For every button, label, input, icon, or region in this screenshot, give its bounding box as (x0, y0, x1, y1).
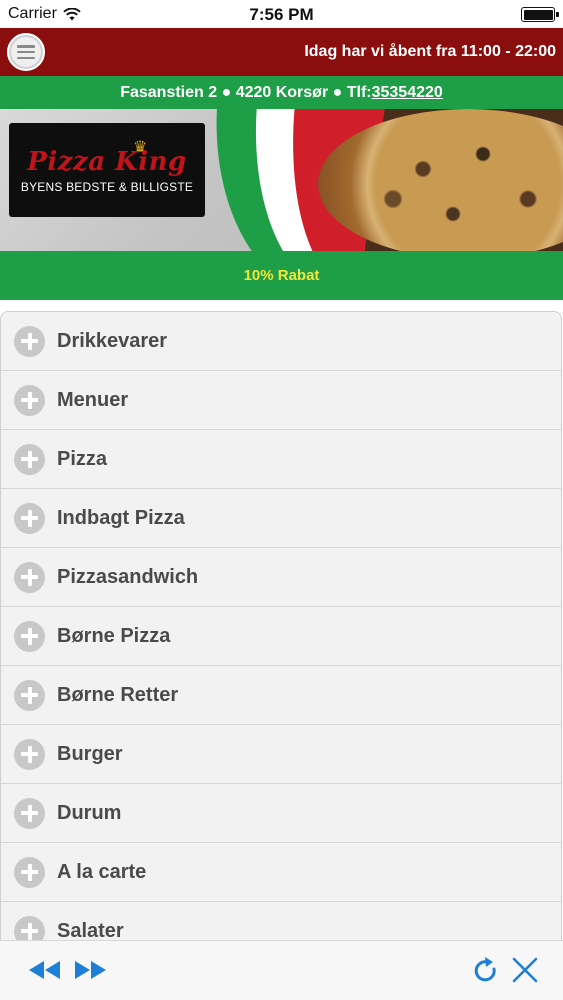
plus-circle-icon (14, 679, 45, 711)
plus-circle-icon (14, 856, 45, 888)
plus-circle-icon (14, 443, 45, 475)
app-header: Idag har vi åbent fra 11:00 - 22:00 (0, 28, 563, 76)
plus-circle-icon (14, 561, 45, 593)
category-item[interactable]: Drikkevarer (1, 312, 561, 371)
plus-circle-icon (14, 384, 45, 416)
category-label: Menuer (57, 388, 129, 411)
category-label: Burger (57, 742, 123, 765)
plus-circle-icon (14, 797, 45, 829)
status-bar: Carrier 7:56 PM (0, 0, 563, 28)
forward-icon[interactable] (73, 959, 107, 981)
opening-hours: Idag har vi åbent fra 11:00 - 22:00 (304, 43, 556, 60)
hamburger-icon (17, 45, 35, 59)
category-item[interactable]: Burger (1, 725, 561, 784)
category-label: Drikkevarer (57, 329, 168, 352)
category-item[interactable]: Indbagt Pizza (1, 489, 561, 548)
back-icon[interactable] (28, 959, 62, 981)
category-list-box: Drikkevarer Menuer Pizza Indbagt Pizza Pizza… (0, 311, 562, 941)
category-label: Pizza (57, 447, 108, 470)
category-item[interactable]: A la carte (1, 843, 561, 902)
category-item[interactable]: Durum (1, 784, 561, 843)
close-icon[interactable] (511, 956, 539, 984)
category-item[interactable]: Salater (1, 902, 561, 941)
category-item[interactable]: Menuer (1, 371, 561, 430)
category-label: Børne Retter (57, 683, 179, 706)
address-bar: Fasanstien 2 ● 4220 Korsør ● Tlf: 353542… (0, 76, 563, 109)
plus-circle-icon (14, 620, 45, 652)
discount-banner: 10% Rabat (0, 251, 563, 300)
category-item[interactable]: Pizza (1, 430, 561, 489)
bottom-toolbar (0, 940, 563, 1000)
plus-circle-icon (14, 738, 45, 770)
hero-banner: ♛ Pizza King BYENS BEDSTE & BILLIGSTE (0, 109, 563, 251)
category-label: Pizzasandwich (57, 565, 199, 588)
category-label: Indbagt Pizza (57, 506, 185, 529)
category-label: A la carte (57, 860, 147, 883)
plus-circle-icon (14, 325, 45, 357)
logo-subtitle: BYENS BEDSTE & BILLIGSTE (20, 180, 194, 194)
category-list: Drikkevarer Menuer Pizza Indbagt Pizza Pizza… (0, 311, 563, 941)
battery-icon (521, 7, 559, 22)
category-label: Durum (57, 801, 122, 824)
category-item[interactable]: Børne Retter (1, 666, 561, 725)
hamburger-menu-button[interactable] (7, 33, 45, 71)
plus-circle-icon (14, 915, 45, 941)
restaurant-logo: ♛ Pizza King BYENS BEDSTE & BILLIGSTE (9, 123, 205, 217)
category-label: Børne Pizza (57, 624, 171, 647)
address-text: Fasanstien 2 ● 4220 Korsør ● Tlf: (120, 83, 372, 101)
category-item[interactable]: Børne Pizza (1, 607, 561, 666)
category-label: Salater (57, 919, 124, 942)
plus-circle-icon (14, 502, 45, 534)
discount-label: 10% Rabat (243, 267, 320, 284)
clock: 7:56 PM (249, 5, 314, 24)
category-item[interactable]: Pizzasandwich (1, 548, 561, 607)
reload-icon[interactable] (472, 956, 500, 986)
logo-title: Pizza King (27, 147, 187, 177)
phone-link[interactable]: 35354220 (372, 84, 443, 102)
